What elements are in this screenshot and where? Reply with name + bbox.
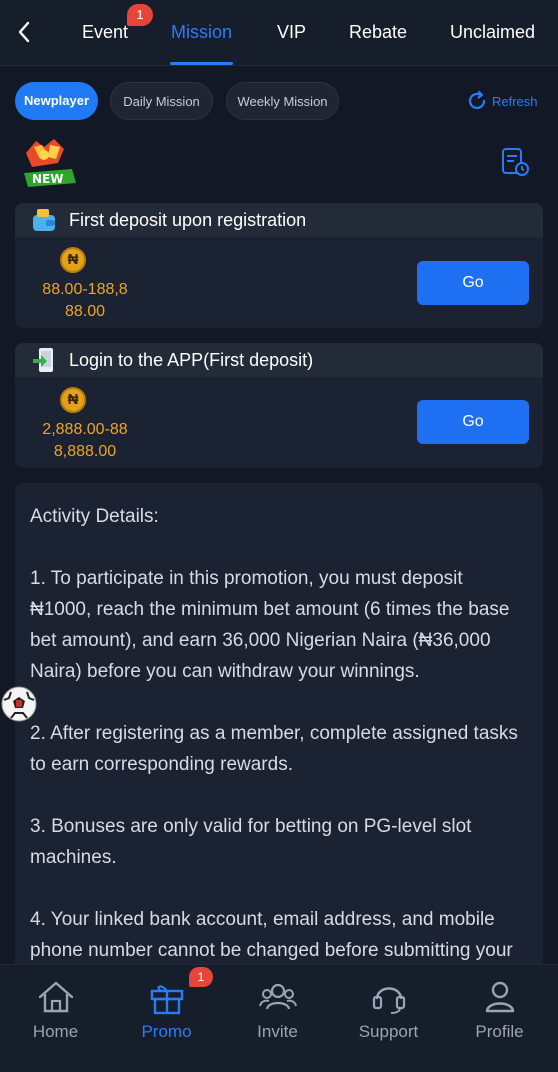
nav-label: Profile xyxy=(475,1022,524,1041)
tab-rebate[interactable]: Rebate xyxy=(349,20,407,44)
new-badge: NEW xyxy=(20,137,80,189)
reward-line: 8,888.00 xyxy=(53,443,117,460)
reward-line: 88.00 xyxy=(64,303,106,320)
task-header: Login to the APP(First deposit) xyxy=(15,343,543,377)
users-icon xyxy=(259,983,297,1010)
document-clock-icon xyxy=(502,148,529,176)
chip-daily-mission[interactable]: Daily Mission xyxy=(110,82,213,120)
chevron-left-icon xyxy=(18,21,30,43)
nav-support[interactable]: Support xyxy=(333,965,444,1072)
event-badge: 1 xyxy=(127,4,153,26)
refresh-label: Refresh xyxy=(492,93,538,109)
nav-invite[interactable]: Invite xyxy=(222,965,333,1072)
bottom-navigation: Home 1 Promo Invite Support Profile xyxy=(0,964,558,1072)
tab-unclaimed[interactable]: Unclaimed xyxy=(450,20,535,44)
details-item: 3. Bonuses are only valid for betting on… xyxy=(30,816,472,868)
headset-icon xyxy=(372,987,406,1014)
nav-label: Support xyxy=(358,1022,419,1041)
task-title: Login to the APP(First deposit) xyxy=(69,349,314,370)
home-icon xyxy=(38,981,74,1013)
chip-weekly-mission[interactable]: Weekly Mission xyxy=(226,82,339,120)
top-navigation: Event 1 Mission VIP Rebate Unclaimed xyxy=(0,0,558,66)
activity-details: Activity Details: 1. To participate in t… xyxy=(15,483,543,983)
tab-event[interactable]: Event xyxy=(82,20,128,44)
active-tab-indicator xyxy=(170,62,233,65)
tab-mission[interactable]: Mission xyxy=(171,20,232,44)
details-item: 2. After registering as a member, comple… xyxy=(30,723,518,775)
tab-vip[interactable]: VIP xyxy=(277,20,306,44)
nav-profile[interactable]: Profile xyxy=(444,965,555,1072)
nav-label: Home xyxy=(32,1022,79,1041)
refresh-icon xyxy=(468,90,486,110)
refresh-button[interactable]: Refresh xyxy=(466,89,538,113)
back-button[interactable] xyxy=(12,18,38,46)
promo-badge: 1 xyxy=(189,967,213,987)
naira-coin-icon: ₦ xyxy=(60,387,86,413)
reward-amount: 2,888.00-88 8,888.00 xyxy=(25,419,145,463)
user-icon xyxy=(485,981,515,1013)
nav-label: Invite xyxy=(257,1022,298,1041)
task-title: First deposit upon registration xyxy=(69,209,307,230)
new-gift-icon: NEW xyxy=(24,139,76,187)
go-button[interactable]: Go xyxy=(417,400,529,444)
nav-label: Promo xyxy=(141,1022,192,1041)
go-button[interactable]: Go xyxy=(417,261,529,305)
reward-line: 88.00-188,8 xyxy=(42,281,128,298)
task-card: First deposit upon registration ₦ 88.00-… xyxy=(15,203,543,328)
floating-ball-button[interactable] xyxy=(1,686,37,722)
nav-home[interactable]: Home xyxy=(0,965,111,1072)
gift-icon xyxy=(150,985,184,1015)
reward-amount: 88.00-188,8 88.00 xyxy=(25,279,145,323)
wallet-icon xyxy=(33,209,55,231)
reward-line: 2,888.00-88 xyxy=(42,421,128,438)
details-item: 4. Your linked bank account, email addre… xyxy=(30,909,513,961)
details-item: 1. To participate in this promotion, you… xyxy=(30,568,510,682)
new-badge-text: NEW xyxy=(32,172,63,186)
chip-newplayer[interactable]: Newplayer xyxy=(15,82,98,120)
phone-login-icon xyxy=(33,348,53,372)
nav-promo[interactable]: 1 Promo xyxy=(111,965,222,1072)
naira-coin-icon: ₦ xyxy=(60,247,86,273)
record-button[interactable] xyxy=(500,147,530,177)
task-card: Login to the APP(First deposit) ₦ 2,888.… xyxy=(15,343,543,468)
task-header: First deposit upon registration xyxy=(15,203,543,237)
details-heading: Activity Details: xyxy=(30,506,159,527)
soccer-ball-icon xyxy=(1,686,37,722)
